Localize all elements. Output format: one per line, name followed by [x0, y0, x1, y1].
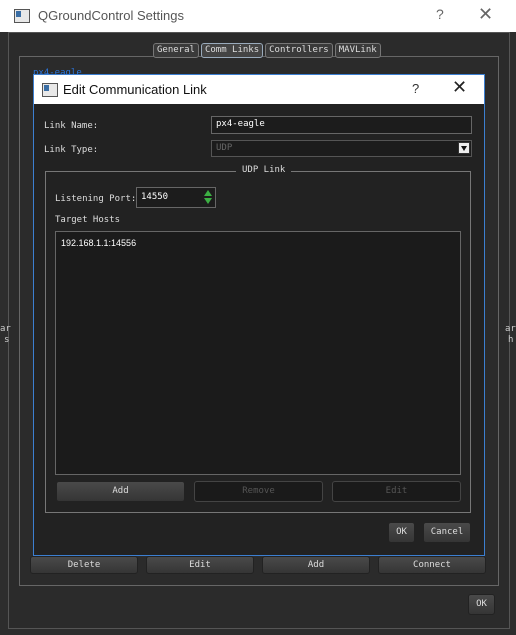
tab-general[interactable]: General	[153, 43, 199, 58]
edge-text-right-1: ar	[505, 324, 516, 334]
remove-host-button[interactable]: Remove	[194, 481, 323, 502]
link-name-input[interactable]: px4-eagle	[211, 116, 472, 134]
close-icon[interactable]: ✕	[478, 4, 493, 25]
help-icon[interactable]: ?	[436, 6, 444, 22]
spin-up-icon[interactable]	[204, 190, 212, 196]
add-link-button[interactable]: Add	[262, 556, 370, 574]
tab-controllers[interactable]: Controllers	[265, 43, 333, 58]
settings-tabs: General Comm Links Controllers MAVLink	[153, 43, 381, 58]
chevron-down-icon[interactable]	[458, 142, 470, 154]
target-hosts-label: Target Hosts	[55, 215, 121, 225]
dialog-title: Edit Communication Link	[63, 82, 207, 97]
settings-titlebar: QGroundControl Settings ? ✕	[0, 0, 516, 32]
link-name-value: px4-eagle	[216, 119, 265, 129]
listening-port-value: 14550	[141, 192, 169, 202]
edit-link-dialog: Edit Communication Link ? ✕ Link Name: p…	[33, 74, 485, 556]
dialog-help-icon[interactable]: ?	[412, 81, 419, 96]
dialog-close-icon[interactable]: ✕	[452, 77, 467, 98]
edge-text-right-2: h	[508, 335, 514, 345]
udp-link-group-title: UDP Link	[236, 165, 292, 175]
link-name-label: Link Name:	[44, 121, 99, 131]
spin-down-icon[interactable]	[204, 198, 212, 204]
list-item[interactable]: 192.168.1.1:14556	[61, 238, 136, 248]
udp-link-group: UDP Link Listening Port: 14550 Target Ho…	[45, 165, 471, 513]
app-window-icon	[14, 9, 30, 23]
window-title: QGroundControl Settings	[38, 8, 184, 23]
delete-link-button[interactable]: Delete	[30, 556, 138, 574]
link-type-select[interactable]: UDP	[211, 140, 472, 157]
edit-link-button[interactable]: Edit	[146, 556, 254, 574]
edit-host-button[interactable]: Edit	[332, 481, 461, 502]
dialog-window-icon	[42, 83, 58, 97]
dialog-titlebar: Edit Communication Link ? ✕	[34, 75, 484, 104]
settings-ok-button[interactable]: OK	[468, 594, 495, 615]
link-type-value: UDP	[216, 143, 233, 153]
listening-port-label: Listening Port:	[55, 194, 137, 204]
listening-port-spinbox[interactable]: 14550	[136, 187, 216, 208]
edge-text-left-2: s	[4, 335, 10, 345]
add-host-button[interactable]: Add	[56, 481, 185, 502]
link-type-label: Link Type:	[44, 145, 99, 155]
tab-comm-links[interactable]: Comm Links	[200, 43, 264, 58]
target-hosts-list[interactable]: 192.168.1.1:14556	[55, 231, 461, 475]
tab-mavlink[interactable]: MAVLink	[334, 43, 381, 58]
dialog-ok-button[interactable]: OK	[388, 522, 415, 543]
edge-text-left-1: ar	[0, 324, 11, 334]
connect-button[interactable]: Connect	[378, 556, 486, 574]
dialog-cancel-button[interactable]: Cancel	[423, 522, 471, 543]
